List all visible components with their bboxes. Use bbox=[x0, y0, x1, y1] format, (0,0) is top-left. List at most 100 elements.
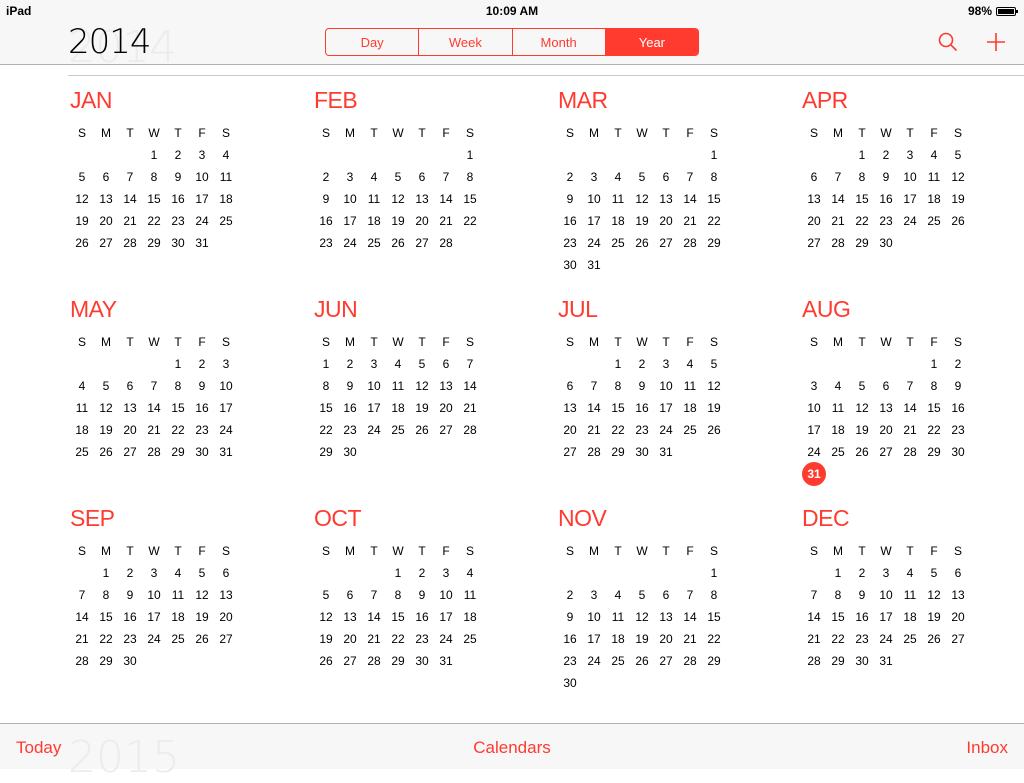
day-cell[interactable]: 21 bbox=[898, 419, 922, 441]
day-cell[interactable]: 31 bbox=[654, 441, 678, 463]
day-cell[interactable]: 17 bbox=[802, 419, 826, 441]
day-cell[interactable]: 8 bbox=[922, 375, 946, 397]
day-cell[interactable]: 9 bbox=[850, 584, 874, 606]
day-cell[interactable]: 9 bbox=[118, 584, 142, 606]
day-cell[interactable]: 3 bbox=[434, 562, 458, 584]
day-cell[interactable]: 19 bbox=[630, 628, 654, 650]
day-cell[interactable]: 20 bbox=[410, 210, 434, 232]
day-cell[interactable]: 10 bbox=[190, 166, 214, 188]
month-nov[interactable]: NOV S M T W T F S 1 2 3 4 5 6 7 8 9 10 11 12 13 14 15 16 17 18 19 2… bbox=[558, 504, 728, 694]
day-cell[interactable]: 22 bbox=[314, 419, 338, 441]
day-cell[interactable]: 12 bbox=[850, 397, 874, 419]
day-cell[interactable]: 27 bbox=[654, 232, 678, 254]
day-cell[interactable]: 7 bbox=[582, 375, 606, 397]
month-name[interactable]: SEP bbox=[70, 504, 240, 532]
day-cell[interactable]: 16 bbox=[190, 397, 214, 419]
day-cell[interactable]: 14 bbox=[70, 606, 94, 628]
day-cell[interactable]: 31 bbox=[874, 650, 898, 672]
day-cell[interactable]: 11 bbox=[166, 584, 190, 606]
day-cell[interactable]: 14 bbox=[362, 606, 386, 628]
day-cell[interactable]: 6 bbox=[654, 166, 678, 188]
day-cell[interactable]: 10 bbox=[142, 584, 166, 606]
day-cell[interactable]: 1 bbox=[922, 353, 946, 375]
day-cell[interactable]: 15 bbox=[94, 606, 118, 628]
day-cell[interactable]: 13 bbox=[654, 188, 678, 210]
day-cell[interactable]: 23 bbox=[166, 210, 190, 232]
day-cell[interactable]: 21 bbox=[802, 628, 826, 650]
day-cell[interactable]: 15 bbox=[922, 397, 946, 419]
day-cell[interactable]: 10 bbox=[898, 166, 922, 188]
day-cell[interactable]: 18 bbox=[458, 606, 482, 628]
day-cell[interactable]: 31 bbox=[214, 441, 238, 463]
day-cell[interactable]: 11 bbox=[826, 397, 850, 419]
day-cell[interactable]: 30 bbox=[410, 650, 434, 672]
day-cell[interactable]: 8 bbox=[606, 375, 630, 397]
day-cell[interactable]: 5 bbox=[702, 353, 726, 375]
day-cell[interactable]: 11 bbox=[606, 606, 630, 628]
day-cell[interactable]: 29 bbox=[606, 441, 630, 463]
day-cell[interactable]: 27 bbox=[874, 441, 898, 463]
day-cell[interactable]: 14 bbox=[458, 375, 482, 397]
day-cell[interactable]: 13 bbox=[118, 397, 142, 419]
day-cell[interactable]: 3 bbox=[874, 562, 898, 584]
day-cell[interactable]: 15 bbox=[850, 188, 874, 210]
day-cell[interactable]: 13 bbox=[338, 606, 362, 628]
day-cell[interactable]: 21 bbox=[678, 628, 702, 650]
day-cell[interactable]: 1 bbox=[702, 562, 726, 584]
day-cell[interactable]: 21 bbox=[826, 210, 850, 232]
day-cell[interactable]: 14 bbox=[118, 188, 142, 210]
day-cell[interactable]: 21 bbox=[118, 210, 142, 232]
day-cell[interactable]: 22 bbox=[94, 628, 118, 650]
day-cell[interactable]: 26 bbox=[702, 419, 726, 441]
day-cell[interactable]: 7 bbox=[826, 166, 850, 188]
day-cell[interactable]: 1 bbox=[94, 562, 118, 584]
day-cell[interactable]: 10 bbox=[582, 606, 606, 628]
day-cell[interactable]: 15 bbox=[826, 606, 850, 628]
day-cell[interactable]: 6 bbox=[874, 375, 898, 397]
day-cell[interactable]: 4 bbox=[362, 166, 386, 188]
day-cell[interactable]: 5 bbox=[630, 166, 654, 188]
day-cell[interactable]: 23 bbox=[558, 650, 582, 672]
day-cell[interactable]: 2 bbox=[166, 144, 190, 166]
month-jan[interactable]: JAN S M T W T F S 1 2 3 4 5 6 7 8 9 10 11 12 13 14 15 16 17 18 19 2… bbox=[70, 86, 240, 254]
today-day-cell[interactable]: 31 bbox=[802, 462, 826, 486]
month-name[interactable]: APR bbox=[802, 86, 972, 114]
day-cell[interactable]: 5 bbox=[70, 166, 94, 188]
day-cell[interactable]: 9 bbox=[410, 584, 434, 606]
day-cell[interactable]: 12 bbox=[630, 188, 654, 210]
day-cell[interactable]: 9 bbox=[338, 375, 362, 397]
day-cell[interactable]: 5 bbox=[94, 375, 118, 397]
day-cell[interactable]: 30 bbox=[946, 441, 970, 463]
segment-month[interactable]: Month bbox=[513, 29, 606, 55]
day-cell[interactable]: 14 bbox=[582, 397, 606, 419]
day-cell[interactable]: 19 bbox=[94, 419, 118, 441]
day-cell[interactable]: 1 bbox=[314, 353, 338, 375]
day-cell[interactable]: 4 bbox=[606, 584, 630, 606]
day-cell[interactable]: 19 bbox=[190, 606, 214, 628]
day-cell[interactable]: 4 bbox=[826, 375, 850, 397]
month-name[interactable]: JUL bbox=[558, 295, 728, 323]
day-cell[interactable]: 12 bbox=[946, 166, 970, 188]
day-cell[interactable]: 6 bbox=[558, 375, 582, 397]
month-name[interactable]: AUG bbox=[802, 295, 972, 323]
day-cell[interactable]: 18 bbox=[898, 606, 922, 628]
day-cell[interactable]: 23 bbox=[410, 628, 434, 650]
day-cell[interactable]: 14 bbox=[802, 606, 826, 628]
day-cell[interactable]: 8 bbox=[386, 584, 410, 606]
day-cell[interactable]: 30 bbox=[874, 232, 898, 254]
day-cell[interactable]: 25 bbox=[606, 232, 630, 254]
day-cell[interactable]: 10 bbox=[434, 584, 458, 606]
day-cell[interactable]: 7 bbox=[678, 584, 702, 606]
day-cell[interactable]: 19 bbox=[630, 210, 654, 232]
day-cell[interactable]: 4 bbox=[678, 353, 702, 375]
day-cell[interactable]: 20 bbox=[94, 210, 118, 232]
day-cell[interactable]: 5 bbox=[850, 375, 874, 397]
day-cell[interactable]: 25 bbox=[386, 419, 410, 441]
day-cell[interactable]: 3 bbox=[898, 144, 922, 166]
day-cell[interactable]: 6 bbox=[410, 166, 434, 188]
day-cell[interactable]: 19 bbox=[70, 210, 94, 232]
day-cell[interactable]: 17 bbox=[190, 188, 214, 210]
day-cell[interactable]: 19 bbox=[922, 606, 946, 628]
day-cell[interactable]: 7 bbox=[70, 584, 94, 606]
day-cell[interactable]: 19 bbox=[314, 628, 338, 650]
